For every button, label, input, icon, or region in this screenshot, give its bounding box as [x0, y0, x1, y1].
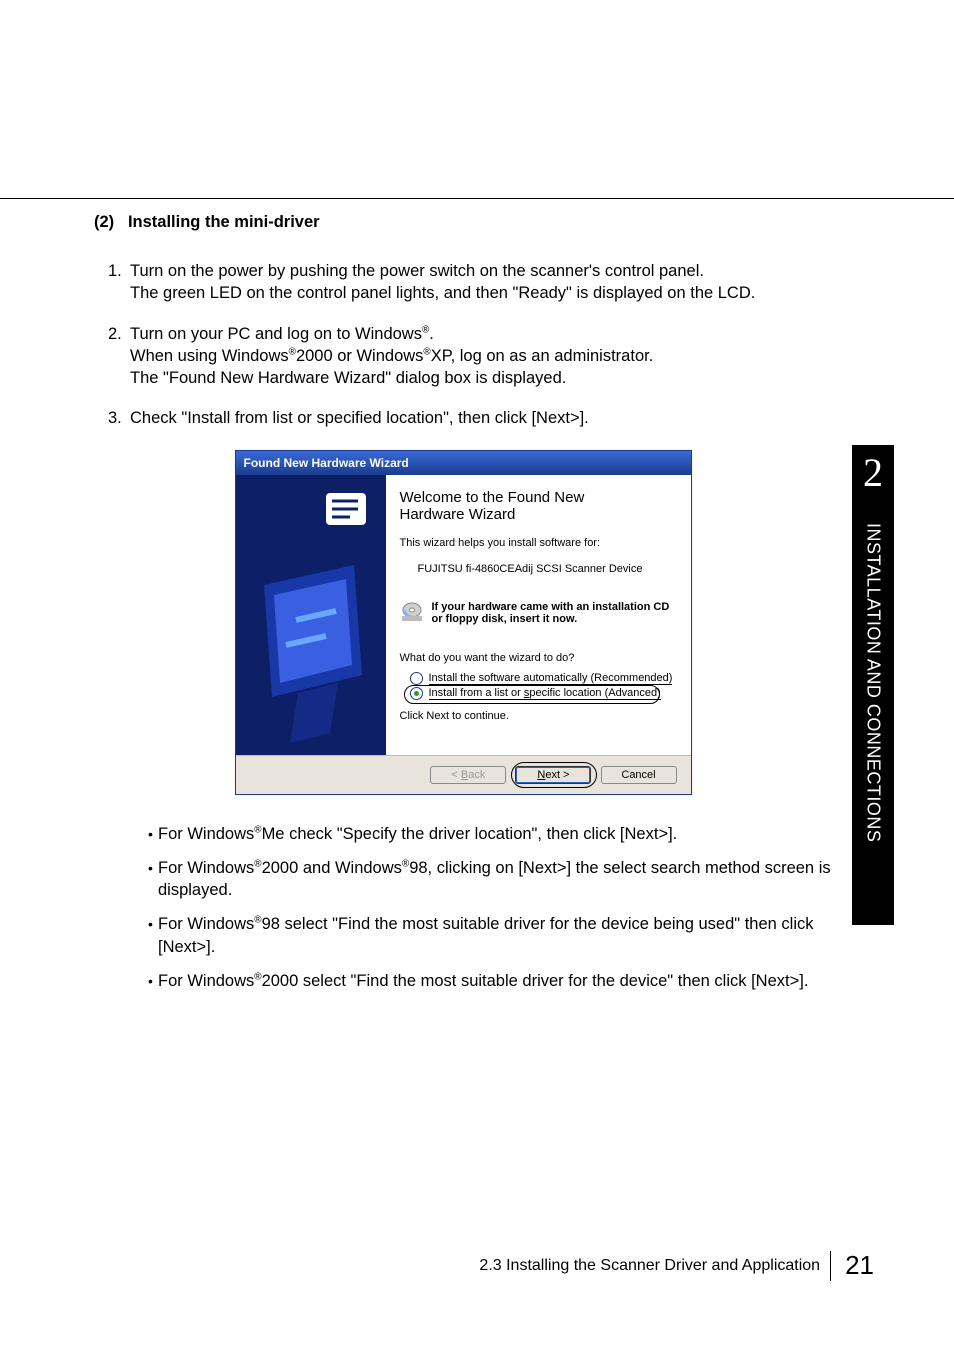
ordered-steps: 1. Turn on the power by pushing the powe… — [108, 260, 832, 430]
highlight-circle — [511, 762, 597, 788]
dialog-question: What do you want the wizard to do? — [400, 652, 675, 664]
radio-unselected-icon — [410, 672, 423, 685]
found-new-hardware-dialog: Found New Hardware Wizard — [235, 450, 692, 795]
section-title: Installing the mini-driver — [128, 213, 320, 231]
chapter-number: 2 — [852, 447, 894, 499]
bullet-text: For Windows®2000 select "Find the most s… — [158, 970, 832, 992]
list-item: •For Windows®2000 select "Find the most … — [148, 970, 832, 992]
dialog-right-panel: Welcome to the Found New Hardware Wizard… — [386, 475, 691, 755]
dialog-helps-label: This wizard helps you install software f… — [400, 537, 675, 549]
bullet-text: For Windows®2000 and Windows®98, clickin… — [158, 857, 832, 902]
dialog-welcome-l2: Hardware Wizard — [400, 506, 516, 523]
list-item: •For Windows®2000 and Windows®98, clicki… — [148, 857, 832, 902]
bullet-dot: • — [148, 970, 158, 992]
step-line: Check "Install from list or specified lo… — [130, 409, 589, 427]
radio-auto-label: Install the software automatically (Reco… — [429, 672, 673, 685]
section-heading: (2) Installing the mini-driver — [94, 213, 832, 232]
back-button: < Back — [430, 766, 506, 784]
step-body: Turn on the power by pushing the power s… — [130, 260, 832, 305]
step-line: Turn on the power by pushing the power s… — [130, 262, 704, 280]
notes-list: •For Windows®Me check "Specify the drive… — [148, 823, 832, 993]
step-body: Check "Install from list or specified lo… — [130, 407, 832, 429]
radio-install-from-list[interactable]: Install from a list or specific location… — [410, 687, 675, 700]
bullet-dot: • — [148, 857, 158, 902]
footer-separator — [830, 1251, 831, 1281]
dialog-welcome-l1: Welcome to the Found New — [400, 489, 585, 506]
step-3: 3. Check "Install from list or specified… — [108, 407, 832, 429]
highlight-circle — [404, 685, 660, 704]
step-num: 1. — [108, 260, 130, 305]
chapter-label: INSTALLATION AND CONNECTIONS — [863, 499, 884, 842]
list-item: •For Windows®98 select "Find the most su… — [148, 913, 832, 958]
main-content: (2) Installing the mini-driver 1. Turn o… — [94, 213, 832, 1004]
radio-install-auto[interactable]: Install the software automatically (Reco… — [410, 672, 675, 685]
page-number: 21 — [845, 1250, 874, 1281]
dialog-device-name: FUJITSU fi-4860CEAdij SCSI Scanner Devic… — [418, 563, 675, 575]
dialog-cd-prompt: If your hardware came with an installati… — [400, 601, 675, 626]
list-item: •For Windows®Me check "Specify the drive… — [148, 823, 832, 845]
bullet-dot: • — [148, 913, 158, 958]
dialog-button-row: < Back Next > Cancel — [236, 755, 691, 794]
cancel-button[interactable]: Cancel — [601, 766, 677, 784]
step-1: 1. Turn on the power by pushing the powe… — [108, 260, 832, 305]
bullet-dot: • — [148, 823, 158, 845]
step-body: Turn on your PC and log on to Windows®.W… — [130, 323, 832, 390]
dialog-continue-label: Click Next to continue. — [400, 710, 675, 722]
footer-section-title: 2.3 Installing the Scanner Driver and Ap… — [479, 1257, 830, 1275]
step-num: 2. — [108, 323, 130, 390]
step-2: 2. Turn on your PC and log on to Windows… — [108, 323, 832, 390]
bullet-text: For Windows®Me check "Specify the driver… — [158, 823, 832, 845]
top-rule — [0, 198, 954, 199]
step-line: The green LED on the control panel light… — [130, 284, 755, 302]
section-number: (2) — [94, 213, 114, 231]
cd-icon — [400, 601, 426, 626]
dialog-illustration — [236, 475, 386, 755]
cd-msg-l1: If your hardware came with an installati… — [432, 601, 670, 613]
dialog-welcome-heading: Welcome to the Found New Hardware Wizard — [400, 489, 675, 523]
chapter-tab: 2 INSTALLATION AND CONNECTIONS — [852, 445, 894, 925]
step-num: 3. — [108, 407, 130, 429]
dialog-titlebar: Found New Hardware Wizard — [236, 451, 691, 475]
page-footer: 2.3 Installing the Scanner Driver and Ap… — [479, 1250, 874, 1281]
bullet-text: For Windows®98 select "Find the most sui… — [158, 913, 832, 958]
cd-msg-l2: or floppy disk, insert it now. — [432, 613, 578, 625]
